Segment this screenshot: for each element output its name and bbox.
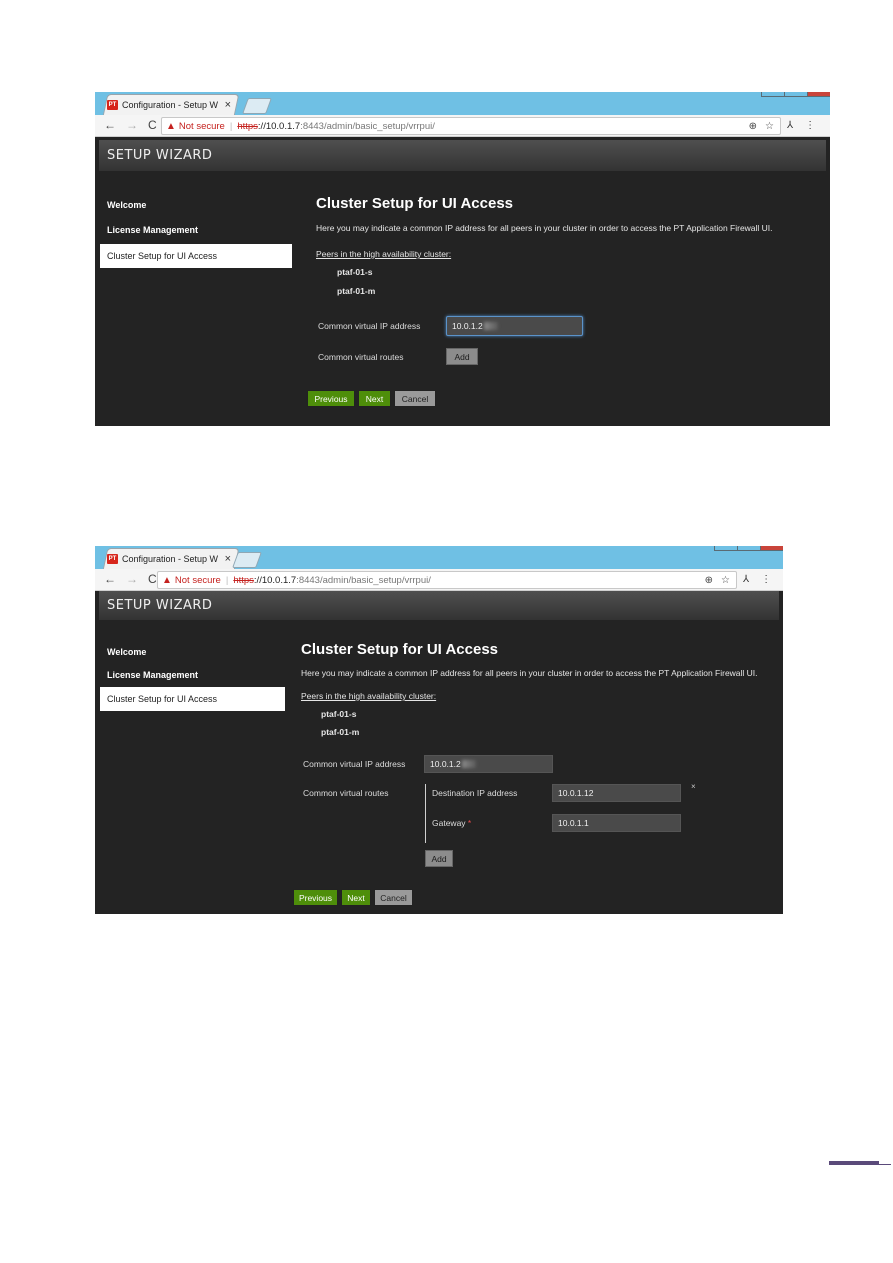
redacted-blur xyxy=(483,322,498,330)
page-title: Cluster Setup for UI Access xyxy=(316,195,513,212)
wizard-content: Cluster Setup for UI Access Here you may… xyxy=(95,92,830,426)
required-marker: * xyxy=(467,818,472,828)
previous-button[interactable]: Previous xyxy=(293,889,338,906)
next-button[interactable]: Next xyxy=(341,889,371,906)
cancel-button[interactable]: Cancel xyxy=(394,390,436,407)
page-title: Cluster Setup for UI Access xyxy=(301,641,498,658)
gateway-input[interactable]: 10.0.1.1 xyxy=(552,814,681,832)
peer-item: ptaf-01-s xyxy=(321,709,357,719)
peers-label: Peers in the high availability cluster: xyxy=(301,691,437,701)
destination-ip-label: Destination IP address xyxy=(432,788,518,798)
gateway-label: Gateway * xyxy=(432,818,471,828)
gateway-label-text: Gateway xyxy=(432,818,466,828)
cancel-button[interactable]: Cancel xyxy=(374,889,413,906)
routes-label: Common virtual routes xyxy=(303,788,389,798)
add-route-button[interactable]: Add xyxy=(425,850,453,867)
page-footer-bar xyxy=(829,1161,879,1165)
browser-window-1: PT Configuration - Setup W × ← → C ▲ Not… xyxy=(95,92,830,426)
vip-label: Common virtual IP address xyxy=(318,321,421,331)
add-route-button[interactable]: Add xyxy=(446,348,478,365)
vip-input[interactable]: 10.0.1.2 xyxy=(424,755,553,773)
destination-ip-value: 10.0.1.12 xyxy=(558,788,594,798)
vip-value: 10.0.1.2 xyxy=(430,759,461,769)
gateway-value: 10.0.1.1 xyxy=(558,818,589,828)
next-button[interactable]: Next xyxy=(358,390,391,407)
vip-value: 10.0.1.2 xyxy=(452,321,483,331)
page-description: Here you may indicate a common IP addres… xyxy=(316,223,773,233)
vip-input[interactable]: 10.0.1.2 xyxy=(446,316,583,336)
peer-item: ptaf-01-m xyxy=(337,286,376,296)
browser-window-2: PT Configuration - Setup W × ← → C ▲ Not… xyxy=(95,546,783,914)
peer-item: ptaf-01-s xyxy=(337,267,373,277)
routes-label: Common virtual routes xyxy=(318,352,404,362)
redacted-blur xyxy=(461,760,476,768)
wizard-content: Cluster Setup for UI Access Here you may… xyxy=(95,546,783,914)
remove-route-icon[interactable]: × xyxy=(691,782,696,791)
peers-label: Peers in the high availability cluster: xyxy=(316,249,452,259)
destination-ip-input[interactable]: 10.0.1.12 xyxy=(552,784,681,802)
route-group-border xyxy=(425,784,426,843)
page-footer-line xyxy=(879,1164,891,1165)
vip-label: Common virtual IP address xyxy=(303,759,406,769)
peer-item: ptaf-01-m xyxy=(321,727,360,737)
page-description: Here you may indicate a common IP addres… xyxy=(301,668,758,678)
previous-button[interactable]: Previous xyxy=(307,390,355,407)
